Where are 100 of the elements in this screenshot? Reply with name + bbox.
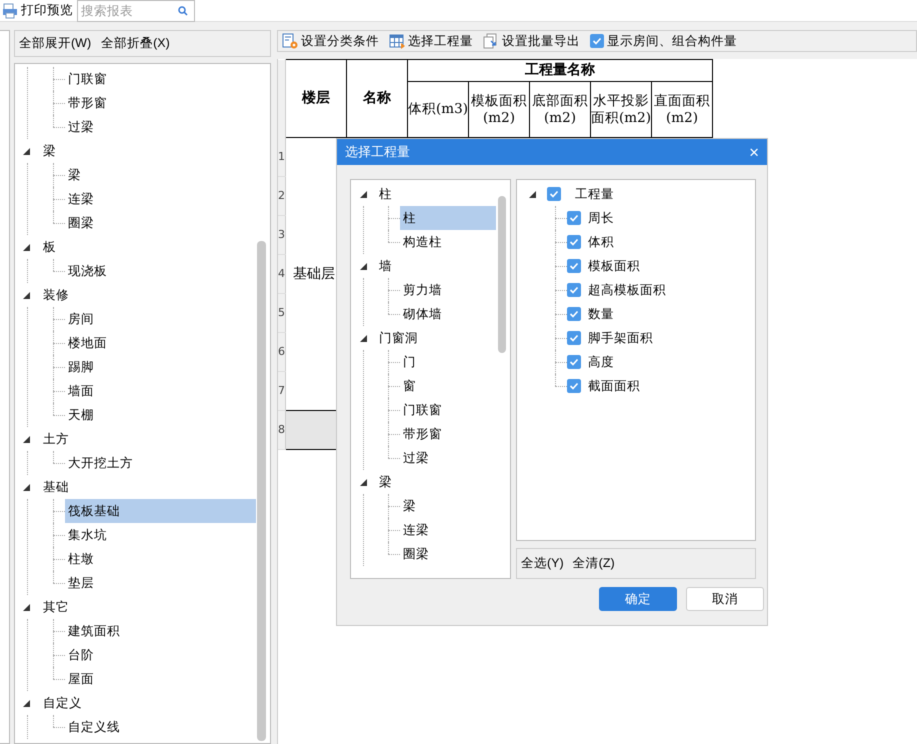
tree-item[interactable]: 房间 (65, 307, 256, 331)
tree-item[interactable]: 梁 (65, 163, 256, 187)
tree-item[interactable]: 墙面 (65, 379, 256, 403)
tree-item[interactable]: 高度 (588, 352, 614, 372)
collapse-arrow-icon[interactable] (360, 190, 367, 198)
tree-node[interactable]: 梁 (379, 472, 392, 492)
tree-item[interactable]: 过梁 (400, 446, 496, 470)
tree-node[interactable]: 其它 (43, 598, 69, 616)
checkbox[interactable] (567, 283, 581, 297)
tree-item[interactable]: 门联窗 (400, 398, 496, 422)
show-rooms-checkbox[interactable]: 显示房间、组合构件量 (590, 32, 737, 50)
table-cell: 基础层 (293, 266, 335, 282)
row-number: 5 (278, 294, 286, 332)
tree-item[interactable]: 超高模板面积 (588, 280, 666, 300)
expand-collapse-link[interactable]: 全部展开(W) (19, 34, 92, 53)
tree-item[interactable]: 筏板基础 (65, 499, 256, 523)
close-button[interactable]: × (749, 144, 759, 160)
tree-item[interactable]: 柱 (400, 206, 496, 230)
tree-node[interactable]: 工程量 (575, 184, 614, 204)
tree-node[interactable]: 墙 (379, 256, 392, 276)
select-link[interactable]: 全清(Z) (572, 554, 615, 573)
dialog-title: 选择工程量 (345, 143, 410, 162)
row-number: 6 (278, 332, 286, 372)
toolbar-button[interactable]: 设置分类条件 (282, 32, 379, 50)
checkbox[interactable] (567, 307, 581, 321)
tree-item[interactable]: 连梁 (65, 187, 256, 211)
tree-item[interactable]: 脚手架面积 (588, 328, 653, 348)
expand-collapse-link[interactable]: 全部折叠(X) (101, 34, 170, 53)
scrollbar-thumb[interactable] (498, 196, 506, 353)
tree-item[interactable]: 连梁 (400, 518, 496, 542)
collapse-arrow-icon[interactable] (23, 148, 30, 154)
tree-item[interactable]: 圈梁 (65, 211, 256, 235)
tree-node[interactable]: 板 (43, 238, 56, 256)
collapse-arrow-icon[interactable] (23, 436, 30, 442)
checkbox[interactable] (567, 355, 581, 369)
collapse-arrow-icon[interactable] (23, 700, 30, 706)
select-link[interactable]: 全选(Y) (521, 554, 564, 573)
tree-item[interactable]: 柱墩 (65, 547, 256, 571)
document-gear-icon (282, 33, 298, 49)
tree-item[interactable]: 踢脚 (65, 355, 256, 379)
search-icon (178, 6, 188, 16)
tree-item[interactable]: 天棚 (65, 403, 256, 427)
tree-item[interactable]: 大开挖土方 (65, 451, 256, 475)
tree-item[interactable]: 砌体墙 (400, 302, 496, 326)
tree-item[interactable]: 楼地面 (65, 331, 256, 355)
tree-item[interactable]: 过梁 (65, 115, 256, 139)
collapse-arrow-icon[interactable] (529, 190, 536, 198)
collapse-arrow-icon[interactable] (23, 604, 30, 610)
checkbox[interactable] (567, 211, 581, 225)
checkbox[interactable] (567, 259, 581, 273)
toolbar-button[interactable]: 选择工程量 (389, 32, 473, 50)
tree-item[interactable]: 窗 (400, 374, 496, 398)
collapse-arrow-icon[interactable] (23, 292, 30, 298)
checkbox[interactable] (567, 235, 581, 249)
checkbox[interactable] (567, 331, 581, 345)
tree-item[interactable]: 剪力墙 (400, 278, 496, 302)
tree-item[interactable]: 台阶 (65, 643, 256, 667)
checkbox[interactable] (567, 379, 581, 393)
tree-node[interactable]: 土方 (43, 430, 69, 448)
table-icon (389, 33, 405, 49)
toolbar-button[interactable]: 设置批量导出 (483, 32, 580, 50)
checkbox[interactable] (590, 34, 604, 48)
collapse-arrow-icon[interactable] (23, 244, 30, 250)
tree-item[interactable]: 现浇板 (65, 259, 256, 283)
print-preview-button[interactable]: 打印预览 (0, 1, 77, 20)
collapse-arrow-icon[interactable] (360, 478, 367, 486)
tree-item[interactable]: 建筑面积 (65, 619, 256, 643)
collapse-arrow-icon[interactable] (360, 262, 367, 270)
tree-item[interactable]: 屋面 (65, 667, 256, 691)
tree-item[interactable]: 数量 (588, 304, 614, 324)
checkbox[interactable] (547, 187, 561, 201)
ok-button[interactable]: 确定 (599, 587, 677, 611)
scrollbar-thumb[interactable] (257, 241, 266, 741)
tree-item[interactable]: 集水坑 (65, 523, 256, 547)
tree-item[interactable]: 构造柱 (400, 230, 496, 254)
search-field[interactable]: 搜索报表 (77, 0, 195, 22)
tree-item[interactable]: 门 (400, 350, 496, 374)
tree-item[interactable]: 圈梁 (400, 542, 496, 566)
collapse-arrow-icon[interactable] (360, 334, 367, 342)
collapse-arrow-icon[interactable] (23, 484, 30, 490)
tree-item[interactable]: 带形窗 (65, 91, 256, 115)
tree-node[interactable]: 装修 (43, 286, 69, 304)
tree-item[interactable]: 带形窗 (400, 422, 496, 446)
column-header: 楼层 (286, 60, 346, 138)
row-number: 2 (278, 176, 286, 216)
tree-item[interactable]: 截面面积 (588, 376, 640, 396)
tree-item[interactable]: 自定义线 (65, 715, 256, 739)
row-number: 4 (278, 254, 286, 294)
tree-node[interactable]: 门窗洞 (379, 328, 418, 348)
tree-node[interactable]: 柱 (379, 184, 392, 204)
tree-item[interactable]: 垫层 (65, 571, 256, 595)
tree-node[interactable]: 自定义 (43, 694, 82, 712)
tree-item[interactable]: 模板面积 (588, 256, 640, 276)
cancel-button[interactable]: 取消 (686, 587, 764, 611)
tree-item[interactable]: 门联窗 (65, 67, 256, 91)
tree-item[interactable]: 体积 (588, 232, 614, 252)
tree-item[interactable]: 周长 (588, 208, 614, 228)
tree-item[interactable]: 梁 (400, 494, 496, 518)
tree-node[interactable]: 梁 (43, 142, 56, 160)
tree-node[interactable]: 基础 (43, 478, 69, 496)
